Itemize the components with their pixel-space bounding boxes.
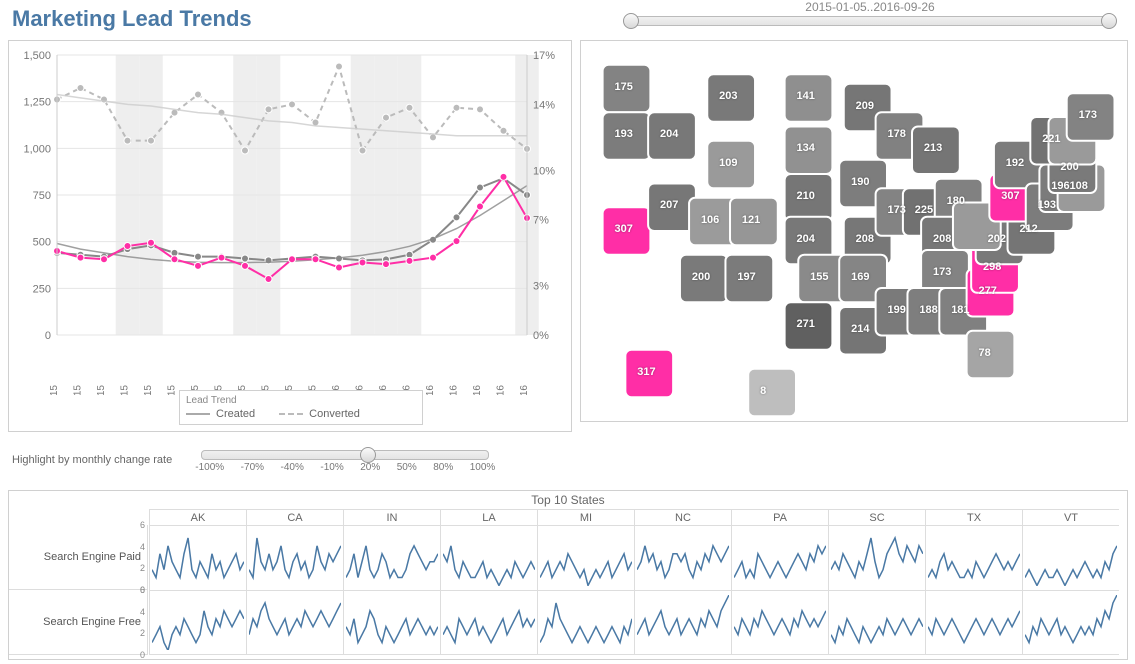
date-range-slider[interactable]: 2015-01-05..2016-09-26: [620, 0, 1120, 26]
spark-cell: [246, 591, 343, 656]
trend-legend: Lead Trend Created Converted: [179, 390, 423, 425]
svg-text:1,000: 1,000: [23, 143, 51, 155]
state-FL[interactable]: [967, 331, 1015, 379]
state-AK[interactable]: [625, 350, 673, 398]
svg-text:May 16: May 16: [425, 385, 436, 395]
state-AZ[interactable]: [680, 255, 728, 303]
spark-cell: [1022, 591, 1119, 656]
state-TX[interactable]: [785, 302, 833, 350]
svg-text:14%: 14%: [533, 99, 555, 111]
spark-col-TX: TX: [925, 510, 1022, 526]
spark-cell: [440, 591, 537, 656]
legend-created-label: Created: [216, 408, 255, 420]
state-NE[interactable]: [785, 174, 833, 222]
spark-col-SC: SC: [828, 510, 925, 526]
spark-cell: [828, 526, 925, 591]
state-SD[interactable]: [785, 127, 833, 175]
spark-cell: [440, 526, 537, 591]
spark-col-IN: IN: [343, 510, 440, 526]
svg-text:750: 750: [33, 190, 51, 202]
date-range-track[interactable]: [626, 16, 1114, 26]
date-range-handle-start[interactable]: [623, 13, 639, 29]
svg-text:Sep 16: Sep 16: [519, 385, 530, 395]
spark-cell: [925, 591, 1022, 656]
spark-col-MI: MI: [537, 510, 634, 526]
state-HI[interactable]: [748, 369, 796, 417]
spark-cell: [537, 591, 634, 656]
spark-cell: [634, 526, 731, 591]
state-OR[interactable]: [603, 112, 651, 160]
spark-cell: [731, 526, 828, 591]
legend-title: Lead Trend: [186, 395, 416, 406]
state-WY[interactable]: [707, 141, 755, 189]
svg-text:17%: 17%: [533, 50, 555, 62]
spark-col-AK: AK: [149, 510, 246, 526]
svg-text:May 15: May 15: [143, 385, 154, 395]
spark-col-PA: PA: [731, 510, 828, 526]
spark-col-LA: LA: [440, 510, 537, 526]
date-range-label: 2015-01-05..2016-09-26: [620, 0, 1120, 14]
svg-text:Jul 16: Jul 16: [472, 385, 483, 395]
state-MI[interactable]: [912, 127, 960, 175]
spark-cell: [537, 526, 634, 591]
state-ND[interactable]: [785, 74, 833, 122]
state-CO[interactable]: [730, 198, 778, 246]
spark-cell: [343, 591, 440, 656]
page-title: Marketing Lead Trends: [12, 6, 252, 32]
state-MT[interactable]: [707, 74, 755, 122]
lead-trend-svg: 0 250 500 750 1,000 1,250 1,500 0% 3% 7% 10% 14% 17%…: [9, 41, 571, 395]
svg-text:Jan 15: Jan 15: [49, 385, 60, 395]
svg-text:Jun 15: Jun 15: [167, 385, 178, 395]
top-states-sparklines: Top 10 States Search Engine PaidSearch E…: [8, 490, 1128, 660]
state-ME[interactable]: [1067, 93, 1115, 141]
map-svg: [581, 41, 1127, 421]
svg-text:3%: 3%: [533, 281, 549, 293]
highlight-change-rate-slider[interactable]: Highlight by monthly change rate -100%-7…: [12, 450, 568, 473]
spark-cell: [149, 591, 246, 656]
dashboard: Marketing Lead Trends 2015-01-05..2016-0…: [0, 0, 1135, 664]
spark-col-NC: NC: [634, 510, 731, 526]
legend-line-converted-icon: [279, 413, 303, 415]
date-range-handle-end[interactable]: [1101, 13, 1117, 29]
spark-col-CA: CA: [246, 510, 343, 526]
spark-cell: [634, 591, 731, 656]
state-WA[interactable]: [603, 65, 651, 113]
state-CA[interactable]: [603, 207, 651, 255]
us-states-map[interactable]: 1751933072042072002031091061211971411342…: [580, 40, 1128, 422]
spark-cell: [1022, 526, 1119, 591]
highlight-ticks: -100%-70%-40%-10%20%50%80%100%: [195, 462, 495, 473]
spark-col-VT: VT: [1022, 510, 1119, 526]
svg-text:Aug 16: Aug 16: [496, 385, 507, 395]
spark-cell: [246, 526, 343, 591]
state-NM[interactable]: [725, 255, 773, 303]
highlight-label: Highlight by monthly change rate: [12, 454, 172, 466]
legend-converted-label: Converted: [309, 408, 360, 420]
svg-text:0: 0: [45, 330, 51, 342]
svg-text:Jun 16: Jun 16: [449, 385, 460, 395]
spark-cell: [343, 526, 440, 591]
spark-cell: [828, 591, 925, 656]
highlight-handle[interactable]: [360, 447, 376, 463]
state-ID[interactable]: [648, 112, 696, 160]
svg-text:1,250: 1,250: [23, 97, 51, 109]
svg-text:Mar 15: Mar 15: [96, 385, 107, 395]
spark-cell: [925, 526, 1022, 591]
svg-text:Feb 15: Feb 15: [73, 385, 84, 395]
svg-text:Apr 15: Apr 15: [120, 385, 131, 395]
lead-trend-chart: 0 250 500 750 1,000 1,250 1,500 0% 3% 7% 10% 14% 17%…: [8, 40, 572, 432]
legend-line-created-icon: [186, 413, 210, 415]
svg-text:7%: 7%: [533, 215, 549, 227]
highlight-track[interactable]: [201, 450, 489, 460]
spark-cell: [149, 526, 246, 591]
svg-text:0%: 0%: [533, 330, 549, 342]
sparklines-title: Top 10 States: [9, 493, 1127, 507]
svg-text:10%: 10%: [533, 165, 555, 177]
svg-text:1,500: 1,500: [23, 50, 51, 62]
spark-cell: [731, 591, 828, 656]
svg-text:500: 500: [33, 237, 51, 249]
svg-text:250: 250: [33, 283, 51, 295]
